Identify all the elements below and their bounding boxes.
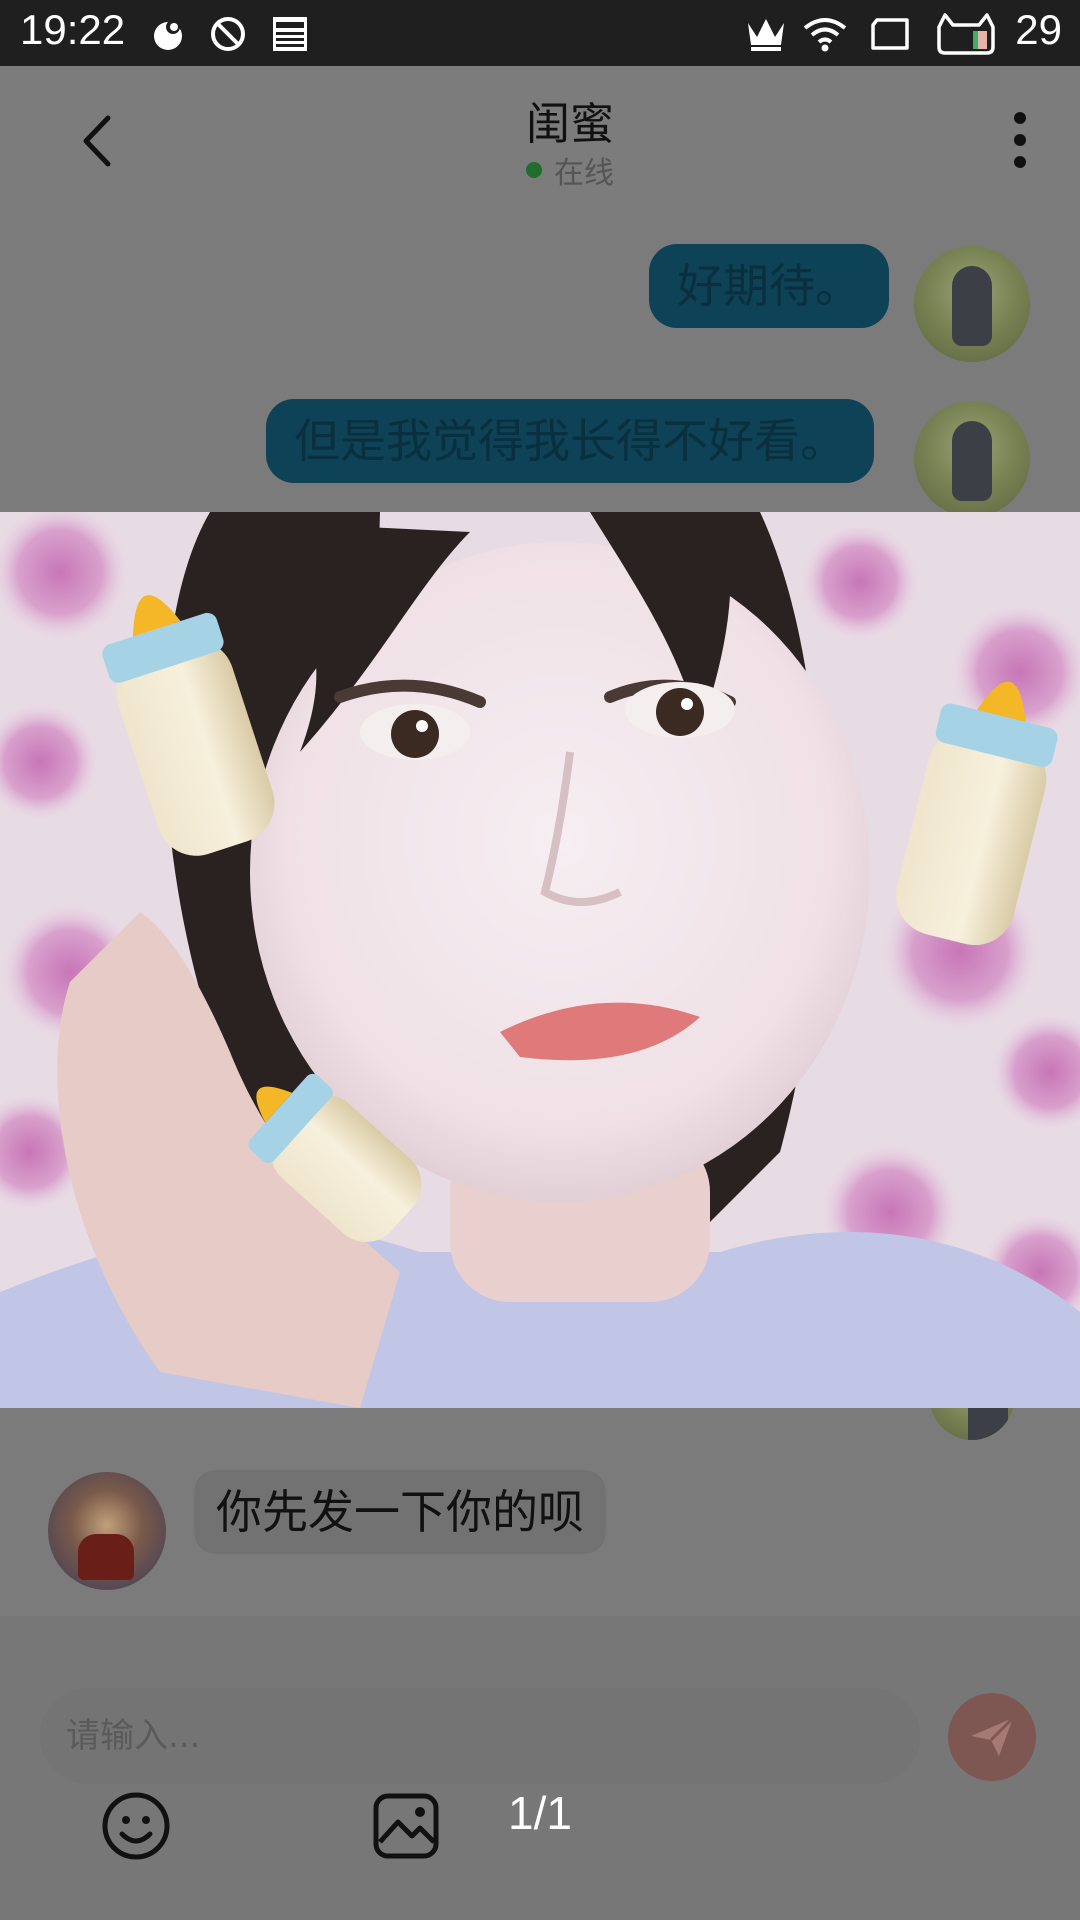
image-page-counter: 1/1 xyxy=(508,1787,572,1839)
online-status-label: 在线 xyxy=(554,156,614,191)
photo-image xyxy=(0,512,1080,1408)
online-dot-icon xyxy=(526,162,542,178)
crown-icon xyxy=(744,14,788,54)
my-avatar[interactable] xyxy=(914,401,1030,517)
more-options-button[interactable] xyxy=(1010,112,1030,182)
news-icon xyxy=(270,14,310,54)
status-time: 19:22 xyxy=(20,6,126,53)
send-button[interactable] xyxy=(948,1693,1036,1781)
message-bubble-incoming[interactable]: 你先发一下你的呗 xyxy=(194,1470,606,1554)
composer-area: 请输入... xyxy=(0,1616,1080,1920)
online-status: 在线 xyxy=(526,148,614,192)
status-bar: 19:22 29 xyxy=(0,0,1080,66)
message-input[interactable]: 请输入... xyxy=(40,1688,920,1784)
battery-level: 29 xyxy=(1015,6,1062,53)
viewer-photo[interactable] xyxy=(0,512,1080,1408)
send-icon xyxy=(971,1716,1015,1756)
cat-battery-icon xyxy=(934,13,1000,55)
message-bubble-outgoing[interactable]: 好期待。 xyxy=(649,244,889,328)
blocked-icon xyxy=(208,14,248,54)
friend-avatar[interactable] xyxy=(48,1472,166,1590)
sim-icon xyxy=(868,14,912,54)
message-bubble-outgoing[interactable]: 但是我觉得我长得不好看。 xyxy=(266,399,874,483)
my-avatar[interactable] xyxy=(914,246,1030,362)
chat-title: 闺蜜 xyxy=(526,99,614,150)
chat-header: 闺蜜 在线 xyxy=(0,66,1080,212)
bubble-icon xyxy=(148,14,188,54)
wifi-icon xyxy=(800,14,850,54)
